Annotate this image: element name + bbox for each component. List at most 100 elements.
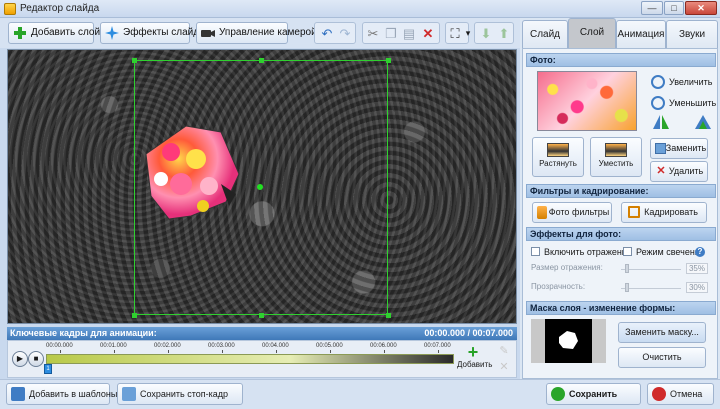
add-keyframe-label: Добавить xyxy=(457,360,493,369)
zoom-in-button[interactable]: Увеличить xyxy=(651,75,712,89)
resize-handle[interactable] xyxy=(259,313,264,318)
photo-filters-button[interactable]: Фото фильтры xyxy=(532,202,612,223)
crop-button[interactable]: Кадрировать xyxy=(621,202,707,223)
redo-icon[interactable]: ↷ xyxy=(337,26,353,42)
slider-knob xyxy=(625,283,629,292)
rotation-center-dot[interactable] xyxy=(257,184,263,190)
tab-sounds[interactable]: Звуки xyxy=(666,20,718,48)
keyframes-header: Ключевые кадры для анимации: 00:00.000 /… xyxy=(7,327,517,340)
close-window-button[interactable]: ✕ xyxy=(685,1,717,15)
edit-tools-group: ✂ ❐ ▤ ✕ xyxy=(362,22,440,44)
arrow-up-icon[interactable]: ⬆ xyxy=(496,26,512,42)
timeline-tick-mark xyxy=(60,350,61,353)
help-icon[interactable]: ? xyxy=(695,247,705,257)
resize-handle[interactable] xyxy=(386,58,391,63)
tab-animation[interactable]: Анимация xyxy=(616,20,666,48)
save-button[interactable]: Сохранить xyxy=(546,383,641,405)
add-to-templates-label: Добавить в шаблоны xyxy=(29,389,118,399)
sparkle-icon xyxy=(105,26,119,40)
slider-track xyxy=(621,288,681,289)
slide-effects-label: Эффекты слайда xyxy=(123,27,205,38)
stop-button[interactable]: ■ xyxy=(28,351,44,367)
transparency-label: Прозрачность: xyxy=(531,282,586,291)
timeline-tick-label: 00:06.000 xyxy=(370,343,397,349)
flip-vertical-icon[interactable] xyxy=(695,115,711,129)
timeline-tick-label: 00:01.000 xyxy=(100,343,127,349)
maximize-button[interactable]: □ xyxy=(664,1,684,15)
timeline-tick-label: 00:00.000 xyxy=(46,343,73,349)
image-save-icon xyxy=(122,387,136,401)
copy-icon[interactable]: ❐ xyxy=(383,26,399,42)
timeline-track[interactable] xyxy=(46,354,454,364)
resize-handle[interactable] xyxy=(386,313,391,318)
flip-horizontal-icon[interactable] xyxy=(653,115,669,129)
photo-thumbnail xyxy=(537,71,637,131)
minimize-button[interactable]: — xyxy=(641,1,663,15)
keyframe-marker[interactable]: 1 xyxy=(44,364,52,374)
reflection-size-slider: Размер отражения: 35% xyxy=(531,263,715,275)
resize-handle[interactable] xyxy=(132,58,137,63)
glow-checkbox-box[interactable] xyxy=(623,247,632,256)
slider-knob xyxy=(625,264,629,273)
timeline-tick-mark xyxy=(438,350,439,353)
timeline-tick-mark xyxy=(384,350,385,353)
zoom-in-label: Увеличить xyxy=(669,77,713,87)
scissors-icon[interactable]: ✂ xyxy=(365,26,381,42)
mask-shape xyxy=(559,331,578,349)
edit-keyframe-icon[interactable]: ✎ xyxy=(498,345,510,357)
save-still-button[interactable]: Сохранить стоп-кадр xyxy=(117,383,243,405)
reflection-checkbox-box[interactable] xyxy=(531,247,540,256)
cancel-button[interactable]: Отмена xyxy=(647,383,714,405)
add-layer-button[interactable]: Добавить слой xyxy=(8,22,100,44)
arrow-down-icon[interactable]: ⬇ xyxy=(478,26,494,42)
stretch-icon xyxy=(547,143,569,157)
delete-icon[interactable]: ✕ xyxy=(420,26,436,42)
keyframe-timeline[interactable]: ▶ ■ 00:00.000 00:01.000 00:02.000 00:03.000… xyxy=(7,340,517,378)
photo-section-header: Фото: xyxy=(526,53,716,67)
crop-icon xyxy=(628,206,640,218)
keyframes-title: Ключевые кадры для анимации: xyxy=(10,328,157,338)
masked-photo-layer[interactable] xyxy=(141,124,241,224)
slider-track xyxy=(621,269,681,270)
resize-handle[interactable] xyxy=(259,58,264,63)
stretch-button[interactable]: Растянуть xyxy=(532,137,584,177)
timeline-tick-mark xyxy=(168,350,169,353)
delete-label: Удалить xyxy=(668,166,704,176)
undo-icon[interactable]: ↶ xyxy=(319,26,335,42)
timeline-time: 00:00.000 / 00:07.000 xyxy=(424,328,513,338)
delete-keyframe-icon[interactable]: ✕ xyxy=(498,361,510,373)
reflection-label: Включить отражение xyxy=(544,247,632,257)
slide-effects-button[interactable]: Эффекты слайда xyxy=(100,22,205,44)
clear-mask-button[interactable]: Очистить xyxy=(618,347,706,368)
zoom-out-button[interactable]: Уменьшить xyxy=(651,96,716,110)
add-keyframe-button[interactable]: + Добавить xyxy=(457,343,493,376)
timeline-tick-mark xyxy=(222,350,223,353)
timeline-tick-mark xyxy=(114,350,115,353)
tab-layer[interactable]: Слой xyxy=(568,18,616,49)
layer-tab-content: Фото: Увеличить Уменьшить Растянуть Умес… xyxy=(522,48,718,379)
mask-section-header: Маска слоя - изменение формы: xyxy=(526,301,716,315)
slide-canvas[interactable] xyxy=(7,49,517,324)
title-bar: Редактор слайда — □ ✕ xyxy=(0,0,720,18)
cancel-icon xyxy=(652,387,666,401)
transparency-slider: Прозрачность: 30% xyxy=(531,282,715,294)
reflection-checkbox[interactable]: Включить отражение xyxy=(531,246,632,258)
delete-photo-button[interactable]: ✕ Удалить xyxy=(650,161,708,182)
paste-icon[interactable]: ▤ xyxy=(401,26,417,42)
template-icon xyxy=(11,387,25,401)
transparency-value: 30% xyxy=(686,282,708,293)
fit-button[interactable]: Уместить xyxy=(590,137,642,177)
replace-mask-button[interactable]: Заменить маску... xyxy=(618,322,706,343)
glow-checkbox[interactable]: Режим свечения xyxy=(623,246,705,258)
play-button[interactable]: ▶ xyxy=(12,351,28,367)
replace-photo-button[interactable]: Заменить xyxy=(650,138,708,159)
resize-handle[interactable] xyxy=(132,313,137,318)
camera-control-button[interactable]: Управление камерой xyxy=(196,22,317,44)
add-to-templates-button[interactable]: Добавить в шаблоны xyxy=(6,383,117,405)
check-icon xyxy=(551,387,565,401)
tab-slide[interactable]: Слайд xyxy=(522,20,568,48)
add-layer-label: Добавить слой xyxy=(31,27,101,38)
reflection-size-value: 35% xyxy=(686,263,708,274)
mask-preview xyxy=(531,319,606,363)
reflection-size-label: Размер отражения: xyxy=(531,263,603,272)
